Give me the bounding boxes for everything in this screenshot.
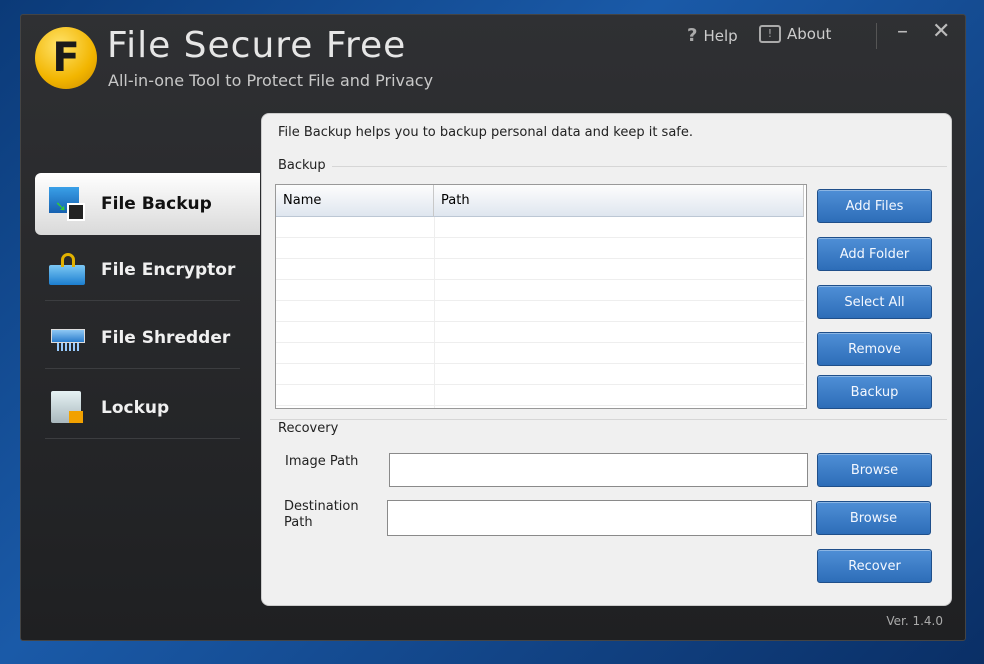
divider — [332, 166, 947, 167]
table-row — [276, 343, 804, 364]
table-row — [276, 364, 804, 385]
column-header-path[interactable]: Path — [434, 185, 804, 217]
help-icon: ? — [687, 25, 698, 46]
lock-icon — [49, 391, 87, 425]
app-subtitle: All-in-one Tool to Protect File and Priv… — [108, 71, 434, 90]
minimize-button[interactable]: – — [897, 19, 908, 44]
column-header-name[interactable]: Name — [276, 185, 434, 217]
select-all-button[interactable]: Select All — [817, 285, 932, 319]
browse-image-button[interactable]: Browse — [817, 453, 932, 487]
add-folder-button[interactable]: Add Folder — [817, 237, 932, 271]
destination-path-input[interactable] — [387, 500, 812, 536]
divider — [270, 419, 947, 420]
file-backup-panel: File Backup helps you to backup personal… — [261, 113, 952, 606]
sidebar-item-file-encryptor[interactable]: File Encryptor — [35, 239, 260, 301]
table-row — [276, 238, 804, 259]
about-button[interactable]: ! About — [759, 25, 831, 43]
encrypt-folder-icon — [49, 253, 87, 287]
app-window: F File Secure Free All-in-one Tool to Pr… — [20, 14, 966, 641]
table-row — [276, 322, 804, 343]
backup-button[interactable]: Backup — [817, 375, 932, 409]
intro-text: File Backup helps you to backup personal… — [278, 125, 694, 140]
recovery-group-label: Recovery — [278, 421, 339, 436]
close-button[interactable]: ✕ — [932, 19, 950, 44]
help-button[interactable]: ? Help — [687, 25, 738, 46]
app-logo: F — [35, 27, 97, 89]
backup-file-table[interactable]: Name Path — [275, 184, 807, 409]
image-path-input[interactable] — [389, 453, 808, 487]
add-files-button[interactable]: Add Files — [817, 189, 932, 223]
recover-button[interactable]: Recover — [817, 549, 932, 583]
sidebar-item-file-shredder[interactable]: File Shredder — [35, 307, 260, 369]
backup-group-label: Backup — [278, 158, 326, 173]
sidebar-item-file-backup[interactable]: ➘ File Backup — [35, 173, 260, 235]
remove-button[interactable]: Remove — [817, 332, 932, 366]
browse-destination-button[interactable]: Browse — [816, 501, 931, 535]
table-row — [276, 217, 804, 238]
destination-path-label: Destination Path — [284, 499, 359, 530]
shredder-icon — [49, 321, 87, 355]
backup-icon: ➘ — [49, 187, 87, 221]
table-row — [276, 301, 804, 322]
sidebar-item-lockup[interactable]: Lockup — [35, 377, 260, 439]
table-row — [276, 280, 804, 301]
divider — [876, 23, 877, 49]
speech-bubble-icon: ! — [759, 25, 781, 43]
version-label: Ver. 1.4.0 — [886, 614, 943, 628]
image-path-label: Image Path — [285, 454, 359, 469]
table-row — [276, 259, 804, 280]
app-title: File Secure Free — [107, 25, 407, 66]
table-row — [276, 385, 804, 406]
